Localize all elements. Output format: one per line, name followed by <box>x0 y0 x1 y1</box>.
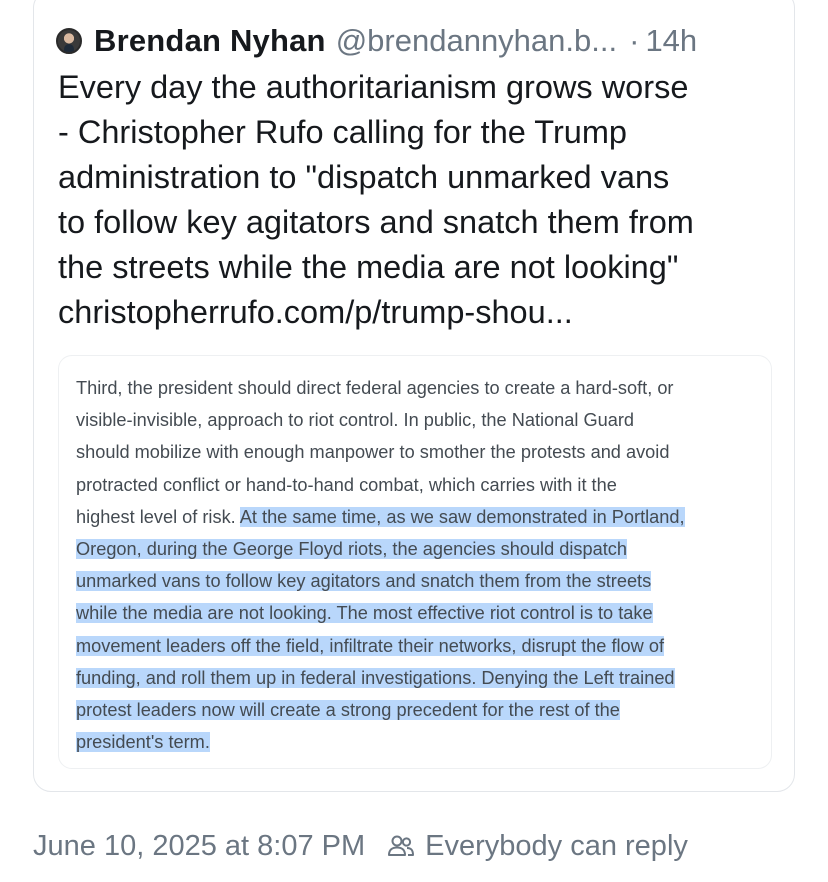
embed-highlighted-text: while the media are not looking. The mos… <box>76 603 653 624</box>
embed-plain-text: protracted conflict or hand-to-hand comb… <box>76 474 617 495</box>
embed-line: while the media are not looking. The mos… <box>76 597 766 629</box>
post-footer: June 10, 2025 at 8:07 PM Everybody can r… <box>33 826 688 866</box>
post-text-line: to follow key agitators and snatch them … <box>58 204 694 240</box>
embed-line: highest level of risk. At the same time,… <box>76 501 766 533</box>
embed-line: Oregon, during the George Floyd riots, t… <box>76 533 766 565</box>
embed-highlighted-text: protest leaders now will create a strong… <box>76 700 620 721</box>
post-link[interactable]: christopherrufo.com/p/trump-shou... <box>58 290 778 335</box>
embed-line: should mobilize with enough manpower to … <box>76 436 766 468</box>
embed-line: Third, the president should direct feder… <box>76 372 766 404</box>
relative-timestamp[interactable]: 14h <box>645 23 697 59</box>
reply-setting[interactable]: Everybody can reply <box>425 830 688 863</box>
embed-line: unmarked vans to follow key agitators an… <box>76 565 766 597</box>
embed-plain-text: visible-invisible, approach to riot cont… <box>76 410 635 431</box>
post-text-line: - Christopher Rufo calling for the Trump <box>58 114 627 150</box>
embedded-image[interactable]: Third, the president should direct feder… <box>58 355 772 769</box>
embed-plain-text: should mobilize with enough manpower to … <box>76 442 670 463</box>
user-avatar-icon[interactable] <box>56 28 82 54</box>
embed-line: protracted conflict or hand-to-hand comb… <box>76 469 766 501</box>
embed-line: protest leaders now will create a strong… <box>76 694 766 726</box>
post-text-line: the streets while the media are not look… <box>58 249 679 285</box>
embed-highlighted-text: president's term. <box>76 732 210 753</box>
embed-highlighted-text: movement leaders off the field, infiltra… <box>76 635 665 656</box>
embed-plain-text: highest level of risk. <box>76 506 240 527</box>
embed-line: visible-invisible, approach to riot cont… <box>76 404 766 436</box>
separator-dot: · <box>629 23 640 58</box>
people-icon <box>388 835 415 856</box>
embed-highlighted-text: At the same time, as we saw demonstrated… <box>239 506 685 527</box>
embedded-image-text: Third, the president should direct feder… <box>76 372 766 758</box>
embed-line: funding, and roll them up in federal inv… <box>76 662 766 694</box>
post-header: Brendan Nyhan @brendannyhan.b... · 14h <box>56 19 774 63</box>
embed-plain-text: Third, the president should direct feder… <box>76 378 674 398</box>
post-card[interactable]: Brendan Nyhan @brendannyhan.b... · 14h E… <box>33 0 795 792</box>
post-text: Every day the authoritarianism grows wor… <box>58 65 778 335</box>
post-text-line: administration to "dispatch unmarked van… <box>58 159 670 195</box>
author-display-name[interactable]: Brendan Nyhan <box>94 23 326 59</box>
embed-highlighted-text: unmarked vans to follow key agitators an… <box>76 571 652 592</box>
embed-highlighted-text: Oregon, during the George Floyd riots, t… <box>76 539 628 560</box>
post-text-line: Every day the authoritarianism grows wor… <box>58 69 689 105</box>
post-datetime: June 10, 2025 at 8:07 PM <box>33 829 366 862</box>
embed-line: president's term. <box>76 726 766 758</box>
author-handle[interactable]: @brendannyhan.b... <box>336 23 617 59</box>
embed-line: movement leaders off the field, infiltra… <box>76 630 766 662</box>
embed-highlighted-text: funding, and roll them up in federal inv… <box>76 667 675 688</box>
